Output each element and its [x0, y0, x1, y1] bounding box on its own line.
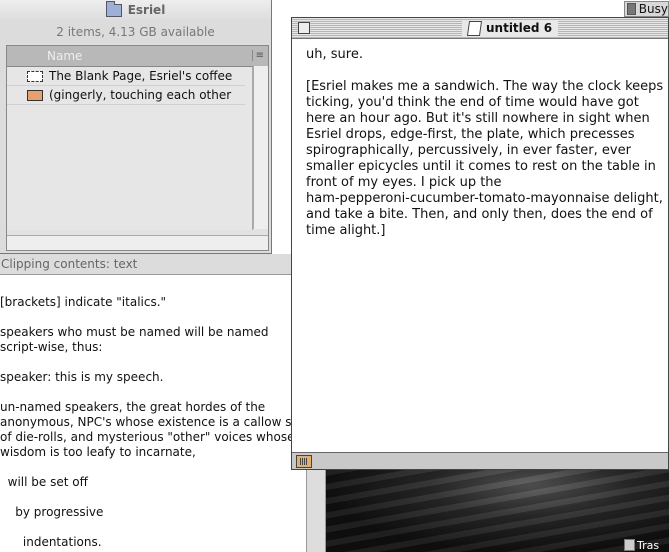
clipping-window: Clipping contents: text [brackets] indic…: [0, 254, 307, 552]
busy-indicator[interactable]: Busy: [624, 1, 669, 17]
finder-list-body: The Blank Page, Esriel's coffee (gingerl…: [7, 67, 253, 230]
clipping-line: [0, 490, 306, 505]
clipping-line: [0, 460, 306, 475]
picture-clipping-icon: [27, 89, 43, 101]
document-title: untitled 6: [486, 21, 553, 35]
clipping-line: [0, 355, 306, 370]
name-column-header[interactable]: Name ≡: [7, 46, 268, 67]
finder-title-bar[interactable]: Esriel: [0, 0, 271, 20]
finder-title: Esriel: [127, 3, 166, 17]
busy-icon: [627, 3, 636, 15]
document-title-group: untitled 6: [462, 20, 559, 36]
clipping-line: [brackets] indicate "italics.": [0, 295, 167, 309]
list-item-label: The Blank Page, Esriel's coffee: [49, 69, 233, 83]
text-clipping-icon: [27, 70, 43, 82]
document-text-area[interactable]: uh, sure. [Esriel makes me a sandwich. T…: [292, 39, 668, 239]
clipping-line: indentations.: [0, 535, 102, 549]
finder-info-bar: 2 items, 4.13 GB available: [56, 25, 215, 39]
clipping-line: speaker: this is my speech.: [0, 370, 164, 384]
document-paragraph: uh, sure.: [306, 47, 363, 62]
finder-vertical-scrollbar[interactable]: [253, 66, 268, 229]
clipping-line: wisdom is too leafy to incarnate,: [0, 445, 196, 459]
clipping-line: [0, 520, 306, 535]
name-column-label: Name: [47, 49, 83, 63]
clipping-line: will be set off: [0, 475, 88, 489]
document-window: untitled 6 uh, sure. [Esriel makes me a …: [291, 17, 669, 470]
trash-icon-label[interactable]: Tras: [624, 538, 669, 552]
document-horizontal-scrollbar[interactable]: [292, 452, 668, 469]
clipping-text: [brackets] indicate "italics." speakers …: [0, 275, 306, 550]
scroll-thumb[interactable]: [296, 455, 312, 468]
clipping-line: [0, 310, 306, 325]
close-box-icon[interactable]: [298, 22, 310, 34]
sort-direction-icon[interactable]: ≡: [251, 50, 264, 61]
finder-window: Esriel 2 items, 4.13 GB available Name ≡…: [0, 0, 272, 254]
finder-horizontal-scrollbar[interactable]: [7, 235, 268, 250]
clipping-line: [0, 385, 306, 400]
clipping-line: of die-rolls, and mysterious "other" voi…: [0, 430, 295, 444]
desktop-pattern: [325, 470, 669, 552]
trash-label: Tras: [637, 538, 660, 552]
clipping-line: un-named speakers, the great hordes of t…: [0, 400, 266, 414]
finder-list-view: Name ≡ The Blank Page, Esriel's coffee (…: [6, 45, 269, 251]
clipping-header: Clipping contents: text: [0, 254, 306, 275]
clipping-line: anonymous, NPC's whose existence is a ca…: [0, 415, 304, 429]
list-item-label: (gingerly, touching each other: [49, 88, 232, 102]
list-item[interactable]: The Blank Page, Esriel's coffee: [7, 67, 245, 86]
clipping-line: by progressive: [0, 505, 104, 519]
clipping-line: speakers who must be named will be named: [0, 325, 269, 339]
clipping-line: script-wise, thus:: [0, 340, 103, 354]
document-title-bar[interactable]: untitled 6: [292, 18, 668, 39]
document-paragraph: [Esriel makes me a sandwich. The way the…: [306, 79, 664, 238]
trash-icon: [624, 539, 635, 551]
document-icon[interactable]: [466, 20, 483, 36]
folder-icon: [105, 0, 122, 17]
busy-label: Busy: [638, 2, 668, 16]
list-item[interactable]: (gingerly, touching each other: [7, 86, 245, 105]
